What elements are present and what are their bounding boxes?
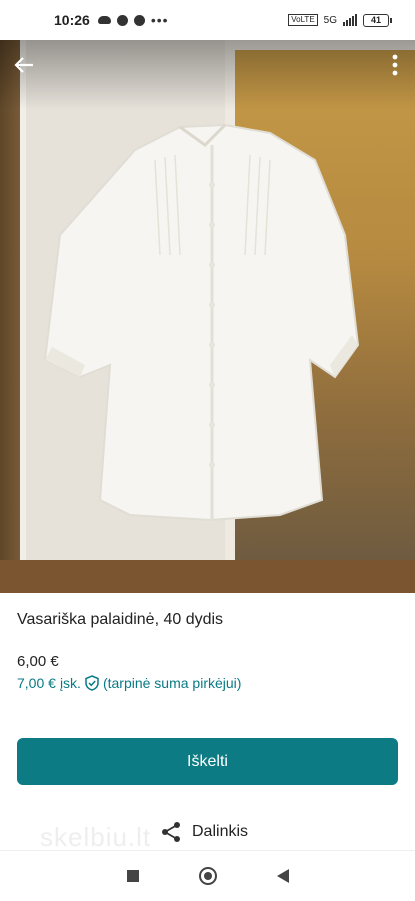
more-vert-icon[interactable] — [385, 54, 405, 82]
status-bar: 10:26 ••• VoLTE 5G 41 — [0, 0, 415, 40]
listing-title: Vasariška palaidinė, 40 dydis — [17, 611, 224, 628]
share-button[interactable]: Dalinkis — [160, 821, 248, 843]
facebook-icon — [116, 14, 128, 26]
listing-price-total: 7,00 € įsk. (tarpinė suma pirkėjui) — [17, 675, 241, 691]
volte-icon: VoLTE — [288, 14, 318, 26]
share-icon — [162, 822, 180, 842]
signal-icon — [343, 14, 357, 26]
share-label: Dalinkis — [192, 823, 249, 840]
battery-icon: 41 — [363, 13, 392, 27]
promote-button-label: Iškelti — [187, 752, 228, 770]
photo-top-shade — [0, 40, 415, 110]
system-nav-bar — [0, 850, 415, 901]
photo-floor — [0, 560, 415, 593]
listing-photo[interactable] — [0, 40, 415, 593]
listing-price: 6,00 € — [17, 653, 59, 670]
home-icon[interactable] — [198, 867, 217, 885]
notification-icons: ••• — [97, 12, 169, 28]
facebook-icon — [133, 14, 145, 26]
status-time: 10:26 — [54, 12, 90, 28]
network-type: 5G — [323, 14, 337, 26]
shirt-image — [43, 123, 360, 522]
shield-check-icon — [85, 675, 99, 691]
buyer-fee-note[interactable]: (tarpinė suma pirkėjui) — [103, 675, 242, 691]
status-right: VoLTE 5G 41 — [288, 13, 392, 27]
price-total-suffix: įsk. — [59, 675, 81, 691]
more-notifications-icon: ••• — [150, 12, 169, 28]
promote-button[interactable]: Iškelti — [17, 738, 398, 785]
cloud-icon — [97, 16, 111, 24]
watermark-logo: skelbiu.lt — [40, 822, 152, 852]
back-icon[interactable] — [276, 869, 289, 883]
recent-apps-icon[interactable] — [126, 870, 139, 882]
back-arrow-icon[interactable] — [10, 54, 38, 82]
price-total: 7,00 € — [17, 675, 56, 691]
